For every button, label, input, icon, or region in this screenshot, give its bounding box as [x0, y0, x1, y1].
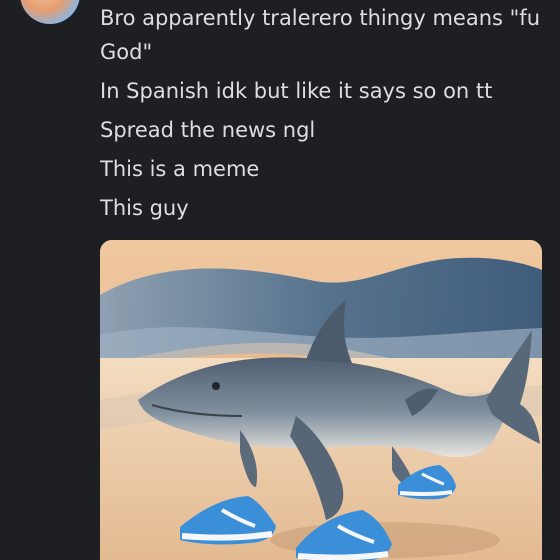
shark-sneakers-image	[100, 240, 542, 560]
image-attachment[interactable]	[100, 240, 542, 560]
message-content: Bro apparently tralerero thingy means "f…	[100, 0, 552, 230]
message-line: Bro apparently tralerero thingy means "f…	[100, 6, 541, 64]
chat-message: Bro apparently tralerero thingy means "f…	[0, 0, 560, 560]
message-line: In Spanish idk but like it says so on tt	[100, 79, 493, 103]
shark-eye	[212, 382, 220, 390]
avatar[interactable]	[20, 0, 80, 24]
message-line: Spread the news ngl	[100, 118, 316, 142]
message-line: This guy	[100, 196, 189, 220]
message-line: This is a meme	[100, 157, 260, 181]
